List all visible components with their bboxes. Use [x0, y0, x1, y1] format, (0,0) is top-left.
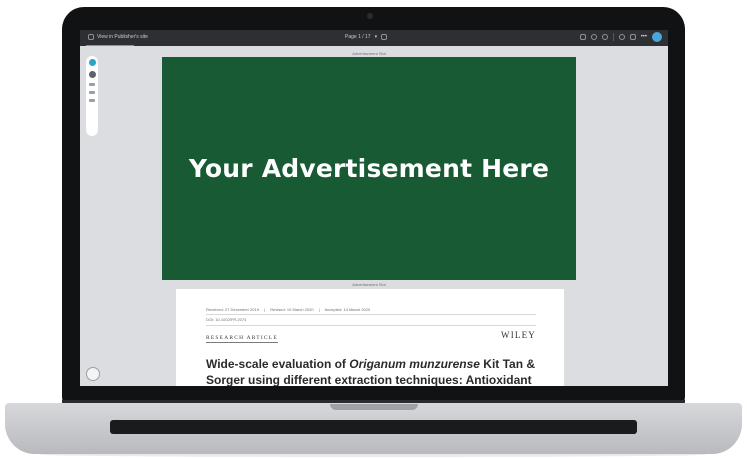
back-to-publisher-link[interactable]: View in Publisher's site: [88, 34, 148, 40]
accepted-date: Accepted: 14 March 2020: [324, 307, 371, 312]
section-label: RESEARCH ARTICLE: [206, 335, 278, 343]
revised-date: Revised: 10 March 2020: [270, 307, 314, 312]
title-species: Origanum munzurense: [349, 357, 480, 371]
gear-icon[interactable]: [601, 34, 608, 40]
highlight-tool-icon[interactable]: [88, 71, 96, 78]
chevron-down-icon[interactable]: ▾: [375, 34, 378, 40]
ad-top-label: Advertisement Slot: [352, 51, 386, 56]
user-avatar-icon[interactable]: [652, 32, 662, 42]
ad-headline: Your Advertisement Here: [188, 154, 550, 183]
tool-rail: [86, 56, 98, 136]
divider: [206, 314, 536, 315]
pen-tool-icon[interactable]: [89, 99, 95, 102]
ad-bottom-label: Advertisement Slot: [352, 282, 386, 287]
external-link-icon: [88, 34, 94, 40]
page-grid-icon[interactable]: [381, 34, 388, 40]
title-part: Wide-scale evaluation of: [206, 357, 350, 371]
info-icon[interactable]: [590, 34, 597, 40]
article-page: Received: 27 December 2019 | Revised: 10…: [176, 289, 564, 386]
fullscreen-icon[interactable]: [579, 34, 586, 40]
comment-tool-icon[interactable]: [89, 91, 95, 94]
keyboard: [110, 420, 637, 434]
assistant-icon[interactable]: [86, 367, 100, 381]
article-dates: Received: 27 December 2019 | Revised: 10…: [206, 307, 371, 312]
toolbar-actions: •••: [579, 32, 662, 42]
publisher-logo: WILEY: [501, 330, 536, 340]
viewer-toolbar: View in Publisher's site Page 1 / 17 ▾ •…: [80, 30, 668, 46]
camera-icon: [367, 13, 373, 19]
doi[interactable]: DOI: 10.1002/FR.2074: [206, 317, 246, 322]
back-link-label: View in Publisher's site: [97, 34, 148, 40]
more-icon[interactable]: •••: [641, 34, 647, 40]
screen: View in Publisher's site Page 1 / 17 ▾ •…: [80, 30, 668, 386]
select-tool-icon[interactable]: [88, 59, 96, 66]
divider: [206, 325, 536, 326]
annotate-tool-icon[interactable]: [89, 83, 95, 86]
active-tab-indicator: [86, 45, 134, 46]
page-navigator[interactable]: Page 1 / 17 ▾: [345, 34, 388, 40]
received-date: Received: 27 December 2019: [206, 307, 259, 312]
page-indicator[interactable]: Page 1 / 17: [345, 34, 371, 40]
tools-icon[interactable]: [629, 34, 636, 40]
toolbar-divider: [612, 33, 614, 41]
advertisement-banner[interactable]: Your Advertisement Here: [162, 57, 576, 280]
article-title: Wide-scale evaluation of Origanum munzur…: [206, 356, 536, 386]
search-icon[interactable]: [618, 34, 625, 40]
trackpad-notch: [330, 404, 418, 410]
